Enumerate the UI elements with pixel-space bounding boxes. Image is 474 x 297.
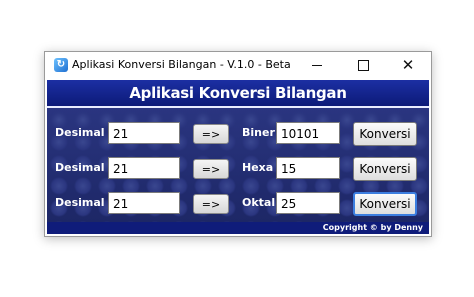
biner-output-field[interactable]: 10101 — [276, 122, 340, 144]
title-bar[interactable]: ↻ Aplikasi Konversi Bilangan - V.1.0 - B… — [45, 52, 431, 79]
arrow-button-hexa[interactable]: => — [193, 159, 229, 179]
konversi-oktal-button[interactable]: Konversi — [353, 192, 417, 216]
source-label: Desimal — [55, 196, 105, 209]
oktal-output-field[interactable]: 25 — [276, 192, 340, 214]
minimize-icon — [312, 65, 322, 66]
close-icon: ✕ — [401, 56, 415, 74]
source-label: Desimal — [55, 161, 105, 174]
minimize-button[interactable] — [294, 52, 340, 79]
app-icon: ↻ — [54, 58, 68, 72]
target-label-oktal: Oktal — [242, 196, 276, 209]
conversion-panel: Desimal 21 => Biner 10101 Konversi Desim… — [47, 108, 429, 222]
maximize-icon — [357, 60, 369, 71]
arrow-button-biner[interactable]: => — [193, 124, 229, 144]
source-label: Desimal — [55, 126, 105, 139]
maximize-button[interactable] — [340, 52, 386, 79]
app-window: ↻ Aplikasi Konversi Bilangan - V.1.0 - B… — [44, 51, 432, 237]
target-label-biner: Biner — [242, 126, 275, 139]
konversi-biner-button[interactable]: Konversi — [353, 122, 417, 146]
row-oktal: Desimal 21 => Oktal 25 Konversi — [47, 192, 429, 216]
hexa-output-field[interactable]: 15 — [276, 157, 340, 179]
header-title: Aplikasi Konversi Bilangan — [129, 84, 347, 102]
close-button[interactable]: ✕ — [385, 52, 431, 79]
copyright-text: Copyright © by Denny — [322, 223, 423, 232]
decimal-input-hexa[interactable]: 21 — [108, 157, 180, 179]
arrow-button-oktal[interactable]: => — [193, 194, 229, 214]
window-title: Aplikasi Konversi Bilangan - V.1.0 - Bet… — [72, 58, 291, 71]
row-biner: Desimal 21 => Biner 10101 Konversi — [47, 122, 429, 146]
konversi-hexa-button[interactable]: Konversi — [353, 157, 417, 181]
decimal-input-oktal[interactable]: 21 — [108, 192, 180, 214]
app-header: Aplikasi Konversi Bilangan — [47, 80, 429, 108]
footer: Copyright © by Denny — [47, 222, 429, 234]
row-hexa: Desimal 21 => Hexa 15 Konversi — [47, 157, 429, 181]
target-label-hexa: Hexa — [242, 161, 274, 174]
decimal-input-biner[interactable]: 21 — [108, 122, 180, 144]
